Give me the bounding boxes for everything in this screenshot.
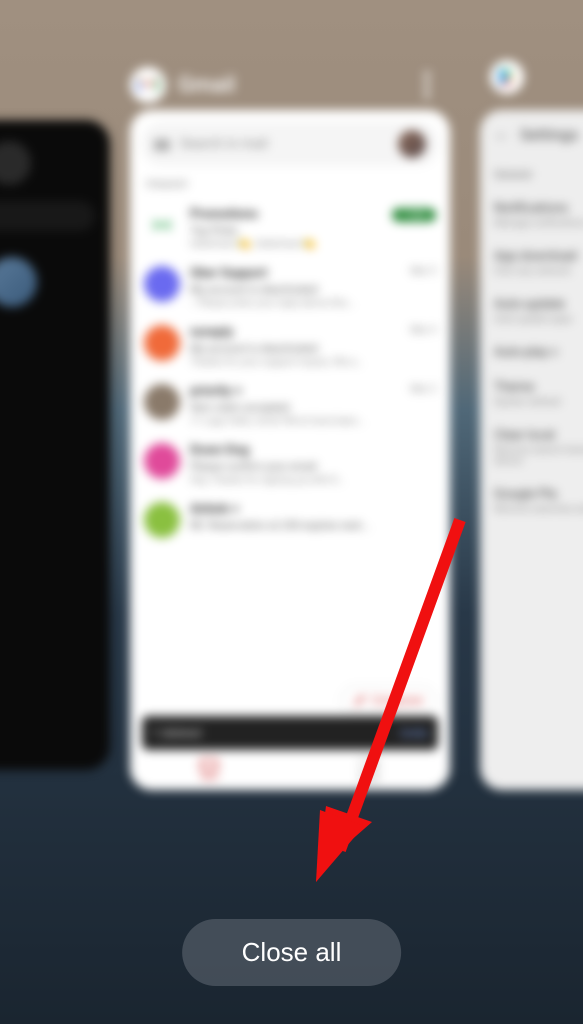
compose-button[interactable]: Compose [341, 686, 436, 714]
app-header-playstore[interactable] [490, 60, 524, 94]
sender-avatar [144, 384, 180, 420]
settings-item-title: App download [494, 249, 583, 264]
snackbar-action[interactable]: Undo [400, 726, 428, 740]
gmail-icon [130, 67, 166, 103]
mail-sender: Airbnb + [190, 502, 239, 517]
mail-preview: Hey, Thanks for signing up with D... [190, 475, 436, 486]
mail-subject: My account is deactivated [190, 342, 436, 355]
mail-item[interactable]: priority + Mar 2 Item claim accepted +1 … [142, 376, 438, 435]
close-all-label: Close all [242, 937, 342, 967]
mail-subject: Please confirm your email [190, 460, 436, 473]
search-placeholder: Search in mail [180, 136, 268, 152]
settings-section: General [494, 168, 583, 181]
promo-icon [144, 207, 180, 243]
mail-sender: noreply [190, 325, 233, 340]
back-arrow-icon[interactable]: ← [494, 124, 510, 144]
settings-item[interactable]: Clear local Remove search history from th… [494, 428, 583, 467]
settings-item[interactable]: Theme System default [494, 380, 583, 408]
bottom-nav: Mail Meet [130, 752, 450, 790]
mail-sender: priority + [190, 384, 242, 399]
snackbar-text: 1 deleted [152, 726, 201, 740]
promo-badge: 1 new [392, 208, 436, 222]
app-header-gmail[interactable]: Gmail [130, 60, 450, 110]
recent-apps-row: Gmail 12:30 Search in mail P [0, 60, 583, 820]
mail-date: Mar 5 [410, 266, 436, 281]
settings-item[interactable]: Google Pla Remove searches and other acti… [494, 487, 583, 515]
settings-item-sub: Auto-update apps [494, 314, 583, 325]
sender-avatar [144, 502, 180, 538]
mail-subject: Item claim accepted [190, 401, 436, 414]
dark-bar [0, 201, 95, 231]
story-avatar [0, 257, 37, 307]
promo-preview: Hellofresh 🍋, Hellofresh 🍋 [190, 239, 436, 250]
menu-icon [154, 138, 170, 150]
sender-avatar [144, 325, 180, 361]
app-card-left[interactable]: 12:30 [0, 120, 110, 770]
mail-subject: My account is deactivated [190, 283, 436, 296]
promo-sender: Top Picks [190, 224, 436, 237]
settings-item-title: Notifications [494, 201, 583, 216]
meet-icon [360, 759, 378, 771]
mail-promotions[interactable]: Promotions 1 new Top Picks Hellofresh 🍋,… [142, 199, 438, 258]
settings-item-title: Theme [494, 380, 583, 395]
more-icon[interactable] [424, 72, 430, 98]
settings-item[interactable]: App download Over any network [494, 249, 583, 277]
sender-avatar [144, 443, 180, 479]
sender-avatar [144, 266, 180, 302]
circle-icon [0, 141, 31, 185]
avatar [398, 130, 426, 158]
mail-preview: +1 Lego Hello, Anne! We've have been... [190, 416, 436, 427]
pencil-icon [354, 694, 366, 706]
settings-title: Settings [520, 125, 578, 144]
mail-sender: Down Dog [190, 443, 249, 458]
settings-item-sub: Remove searches and other activity [494, 504, 583, 515]
close-all-button[interactable]: Close all [182, 919, 402, 986]
play-store-icon [490, 60, 524, 94]
settings-item-sub: Over any network [494, 266, 583, 277]
settings-item-title: Clear local [494, 428, 583, 443]
settings-item[interactable]: Notifications Manage notifications [494, 201, 583, 229]
settings-item-title: Auto-play v [494, 345, 583, 360]
mail-preview: -- Please enter your reply above this... [190, 298, 436, 309]
app-title: Gmail [178, 73, 235, 98]
mail-preview: Thanks for your support inquiry. We a... [190, 357, 436, 368]
settings-item[interactable]: Auto-play v [494, 345, 583, 360]
search-bar[interactable]: Search in mail [142, 122, 438, 166]
settings-item-title: Auto-update [494, 297, 583, 312]
settings-item-sub: System default [494, 397, 583, 408]
mail-date: Mar 2 [410, 384, 436, 399]
mail-item[interactable]: Down Dog Please confirm your email Hey, … [142, 435, 438, 494]
mail-item[interactable]: noreply Mar 4 My account is deactivated … [142, 317, 438, 376]
mail-item[interactable]: Airbnb + RE: Reservation at 230 expires … [142, 494, 438, 546]
time-text: 12:30 [0, 393, 95, 417]
nav-meet[interactable]: Meet [359, 759, 379, 784]
settings-item-sub: Manage notifications [494, 218, 583, 229]
compose-label: Compose [372, 693, 423, 707]
mail-date: Mar 4 [410, 325, 436, 340]
mail-item[interactable]: Uber Support Mar 5 My account is deactiv… [142, 258, 438, 317]
settings-item-title: Google Pla [494, 487, 583, 502]
mail-subject: RE: Reservation at 230 expires next... [190, 519, 436, 532]
mail-icon [200, 759, 218, 771]
mail-sender: Uber Support [190, 266, 267, 281]
app-card-gmail[interactable]: Search in mail PRIMARY Promotions 1 new … [130, 110, 450, 790]
section-label: PRIMARY [146, 180, 434, 191]
settings-item-sub: Remove search history from this device [494, 445, 583, 467]
app-card-settings[interactable]: ← Settings General Notifications Manage n… [480, 110, 583, 790]
nav-mail[interactable]: Mail [200, 759, 218, 783]
snackbar: 1 deleted Undo [142, 716, 438, 750]
settings-item[interactable]: Auto-update Auto-update apps [494, 297, 583, 325]
promo-label: Promotions [190, 207, 258, 222]
settings-header: ← Settings [494, 124, 583, 144]
